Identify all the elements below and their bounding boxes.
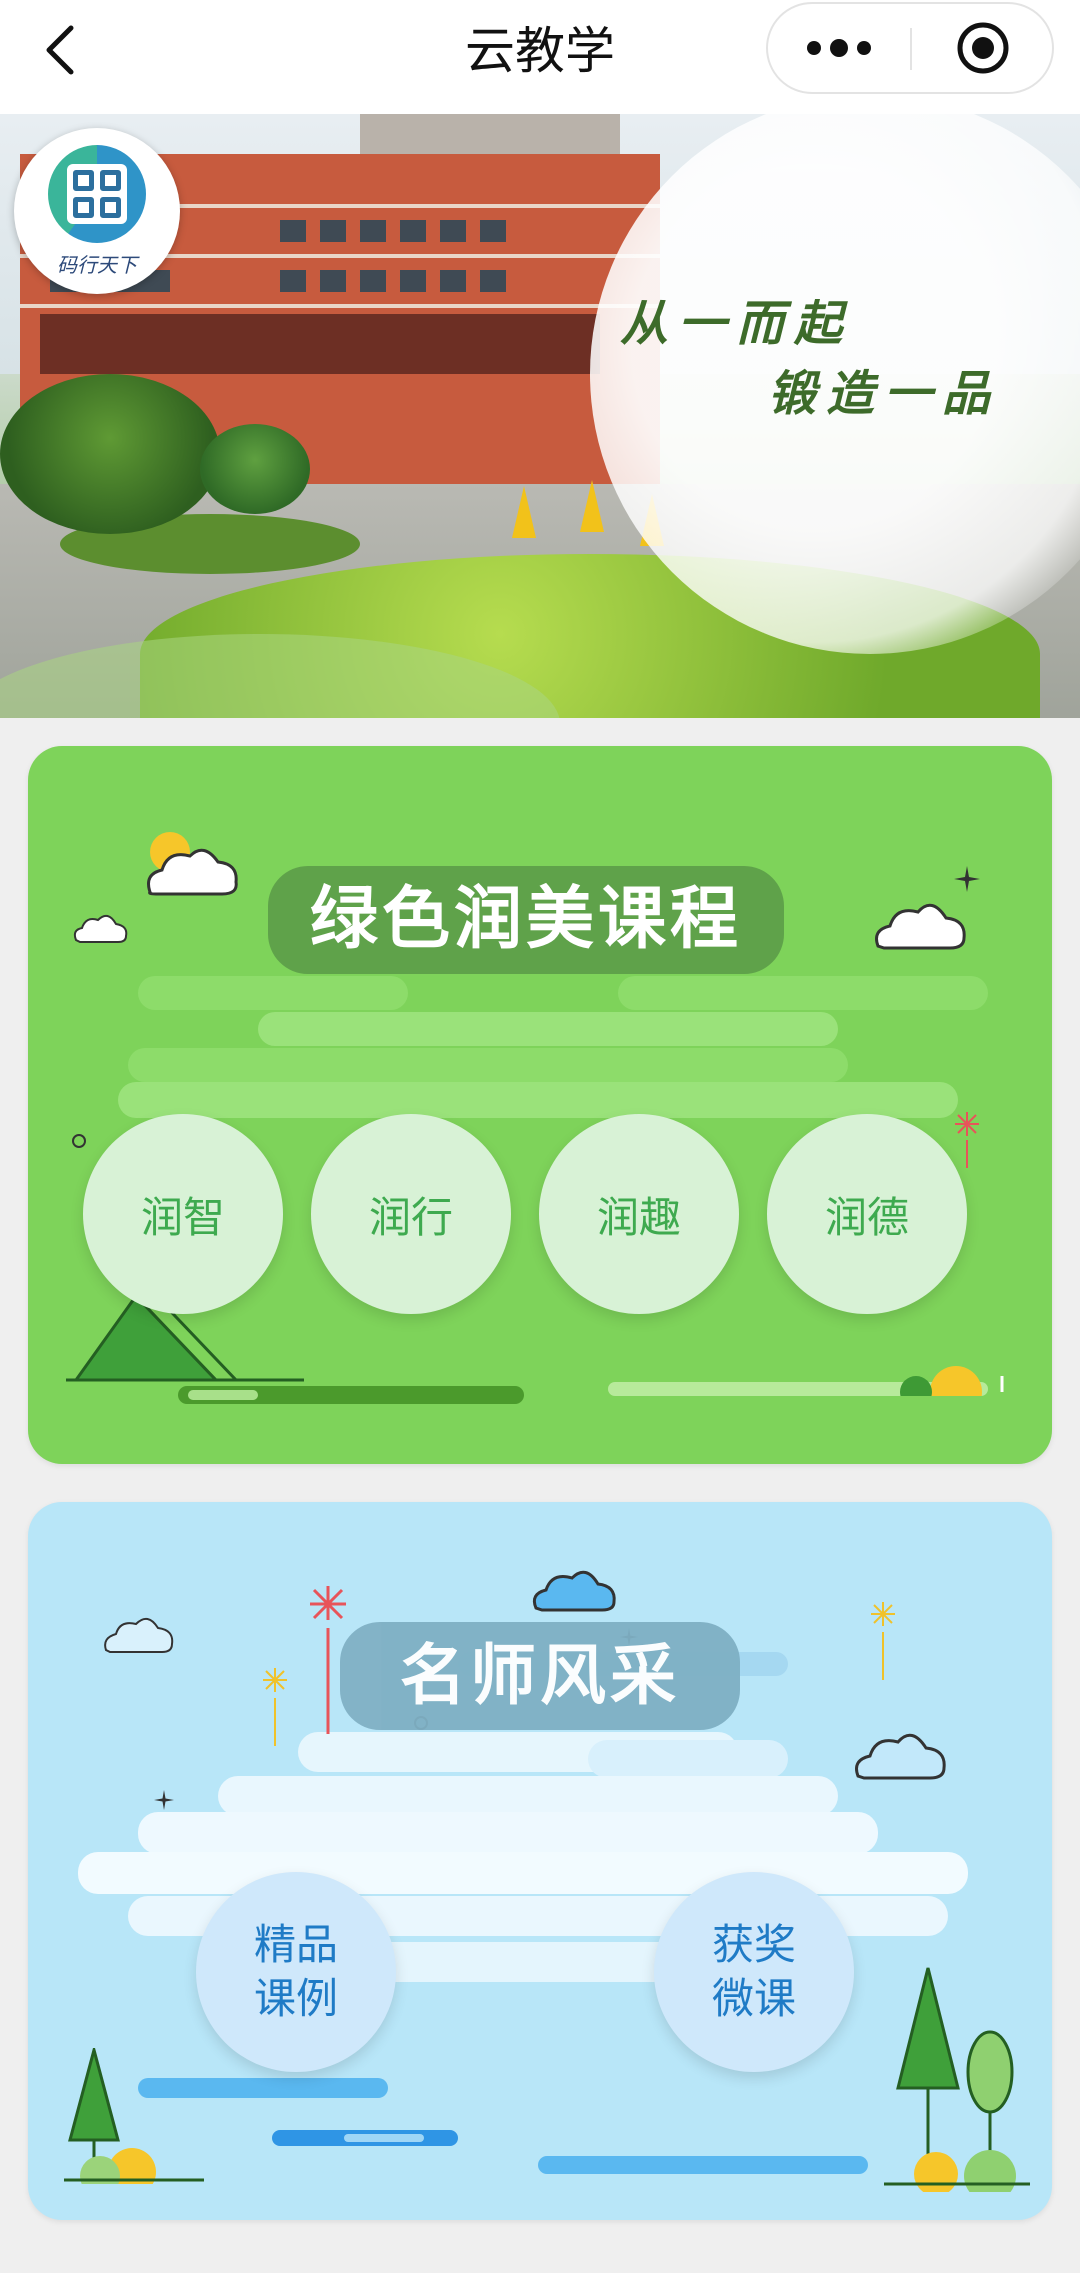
button-label-line2: 课例 bbox=[253, 1974, 338, 2023]
circle-dot-icon bbox=[72, 1134, 86, 1148]
cloud-icon bbox=[104, 1617, 174, 1653]
firework-icon bbox=[955, 1112, 979, 1168]
cloud-icon bbox=[875, 903, 966, 950]
mini-program-capsule bbox=[766, 2, 1054, 94]
award-microlessons-button[interactable]: 获奖 微课 bbox=[654, 1872, 854, 2072]
logo-text: 码行天下 bbox=[57, 252, 137, 277]
sparkle-icon bbox=[154, 1790, 174, 1810]
more-dots-icon bbox=[807, 39, 871, 57]
button-label-line1: 精品 bbox=[253, 1920, 338, 1969]
banner-shrub bbox=[200, 424, 310, 514]
qr-code-icon bbox=[48, 144, 146, 243]
featured-lessons-button[interactable]: 精品 课例 bbox=[196, 1872, 396, 2072]
tree-illustration bbox=[884, 1967, 1030, 2192]
tree-illustration bbox=[64, 2048, 204, 2184]
sun-cloud-icon bbox=[147, 832, 238, 896]
green-course-card: 绿色润美课程 润智 润行 润趣 润德 bbox=[28, 746, 1052, 1464]
card-title: 名师风采 bbox=[340, 1622, 740, 1730]
sun-hill-icon bbox=[900, 1366, 1004, 1396]
school-banner[interactable]: 从一而起 锻造一品 码行天下 bbox=[0, 114, 1080, 718]
sparkle-icon bbox=[954, 866, 980, 892]
course-button-runzhi[interactable]: 润智 bbox=[83, 1114, 283, 1314]
target-icon bbox=[957, 22, 1009, 74]
more-button[interactable] bbox=[768, 4, 910, 92]
top-nav-bar: 云教学 bbox=[0, 0, 1080, 114]
card-title: 绿色润美课程 bbox=[268, 866, 784, 974]
course-button-runqu[interactable]: 润趣 bbox=[539, 1114, 739, 1314]
cloud-icon bbox=[855, 1733, 946, 1780]
school-logo: 码行天下 bbox=[14, 128, 180, 294]
banner-slogan-line1: 从一而起 bbox=[620, 296, 853, 352]
teacher-showcase-card: 名师风采 精品 课例 获奖 微课 bbox=[28, 1502, 1052, 2220]
banner-entrance bbox=[40, 314, 600, 374]
course-button-runde[interactable]: 润德 bbox=[767, 1114, 967, 1314]
banner-slogan-line2: 锻造一品 bbox=[768, 366, 1001, 422]
button-label-line2: 微课 bbox=[711, 1974, 796, 2023]
cloud-icon bbox=[532, 1570, 616, 1612]
cloud-icon bbox=[73, 914, 128, 943]
close-mini-program-button[interactable] bbox=[912, 4, 1054, 92]
firework-icon bbox=[871, 1602, 895, 1680]
firework-icon bbox=[263, 1668, 287, 1746]
button-label-line1: 获奖 bbox=[711, 1920, 796, 1969]
banner-tree bbox=[0, 374, 220, 534]
course-button-runxing[interactable]: 润行 bbox=[311, 1114, 511, 1314]
